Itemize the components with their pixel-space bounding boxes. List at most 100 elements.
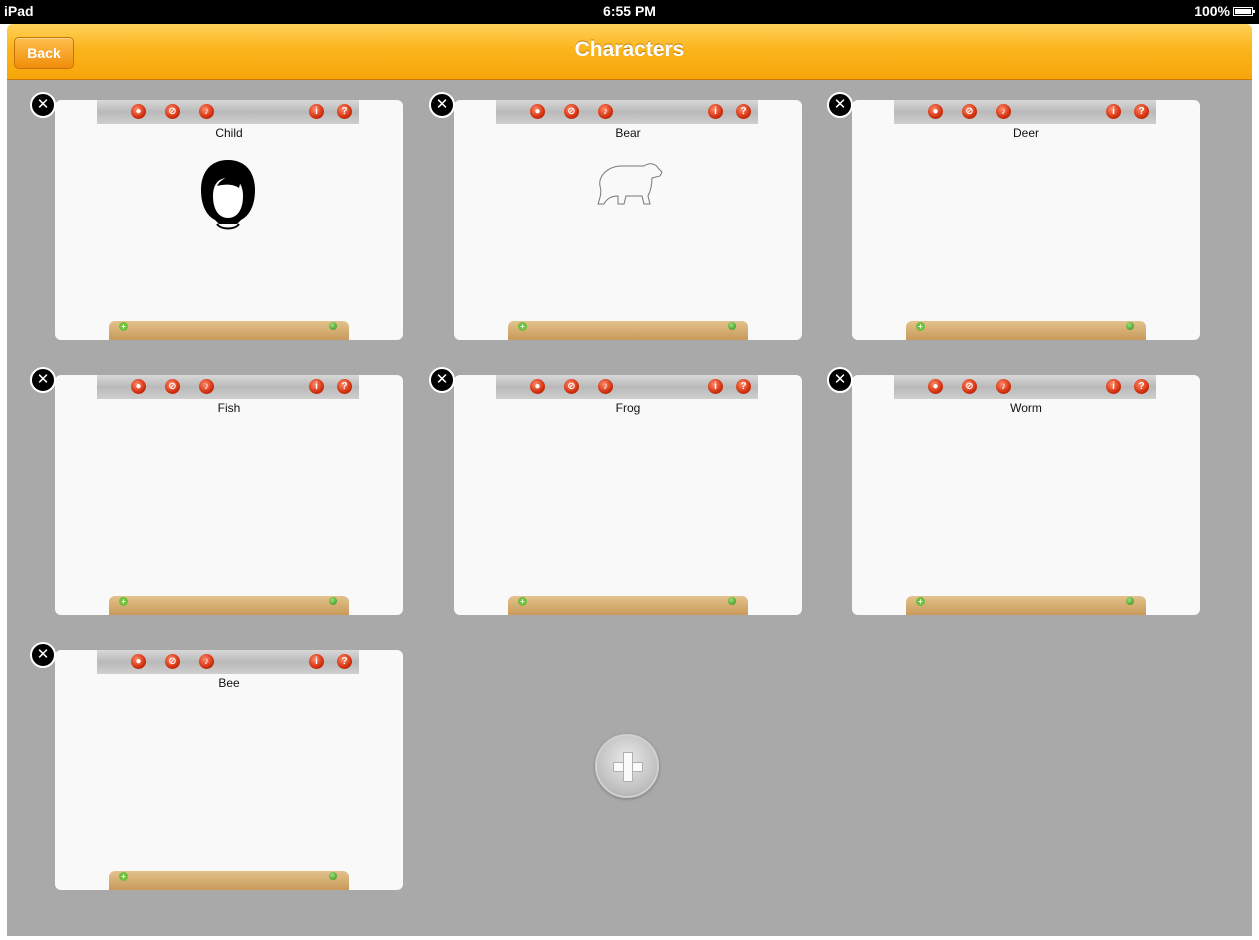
card-toolbar: ● ⊘ ♪ i ? <box>496 375 758 399</box>
character-card-slot: ● ⊘ ♪ i ? Fish + ✕ <box>30 357 409 615</box>
add-small-icon[interactable]: + <box>916 597 925 606</box>
record-icon[interactable]: ● <box>530 379 545 394</box>
help-icon[interactable]: ? <box>736 104 751 119</box>
clock: 6:55 PM <box>603 3 656 19</box>
record-icon[interactable]: ● <box>928 104 943 119</box>
child-face-image <box>201 160 255 230</box>
card-title: Fish <box>217 401 241 415</box>
character-card[interactable]: ● ⊘ ♪ i ? Worm + <box>852 375 1200 615</box>
status-bar: iPad 6:55 PM 100% <box>0 0 1259 24</box>
voice-icon[interactable]: ♪ <box>996 379 1011 394</box>
delete-card-button[interactable]: ✕ <box>429 92 455 118</box>
edit-icon[interactable]: ⊘ <box>962 379 977 394</box>
edit-icon[interactable]: ⊘ <box>165 104 180 119</box>
info-icon[interactable]: i <box>309 654 324 669</box>
card-toolbar: ● ⊘ ♪ i ? <box>97 375 359 399</box>
card-toolbar: ● ⊘ ♪ i ? <box>97 100 359 124</box>
help-icon[interactable]: ? <box>337 654 352 669</box>
delete-card-button[interactable]: ✕ <box>827 92 853 118</box>
info-icon[interactable]: i <box>708 379 723 394</box>
character-card-slot: ● ⊘ ♪ i ? Frog + ✕ <box>429 357 808 615</box>
back-button[interactable]: Back <box>14 37 74 69</box>
character-card[interactable]: ● ⊘ ♪ i ? Bear + <box>454 100 802 340</box>
add-small-icon[interactable]: + <box>119 872 128 881</box>
card-board: + <box>109 321 349 340</box>
character-card[interactable]: ● ⊘ ♪ i ? Child + <box>55 100 403 340</box>
character-card[interactable]: ● ⊘ ♪ i ? Deer + <box>852 100 1200 340</box>
delete-card-button[interactable]: ✕ <box>429 367 455 393</box>
record-icon[interactable]: ● <box>131 104 146 119</box>
card-title: Bear <box>615 126 641 140</box>
card-title: Worm <box>1010 401 1042 415</box>
battery-percent: 100% <box>1194 3 1230 19</box>
character-card-slot: ● ⊘ ♪ i ? Bear + ✕ <box>429 82 808 340</box>
bear-outline-image <box>597 163 663 205</box>
status-dot-icon <box>728 322 736 330</box>
add-small-icon[interactable]: + <box>518 597 527 606</box>
delete-card-button[interactable]: ✕ <box>30 92 56 118</box>
battery-indicator: 100% <box>1194 3 1255 19</box>
info-icon[interactable]: i <box>309 379 324 394</box>
card-toolbar: ● ⊘ ♪ i ? <box>97 650 359 674</box>
help-icon[interactable]: ? <box>1134 104 1149 119</box>
add-small-icon[interactable]: + <box>119 322 128 331</box>
edit-icon[interactable]: ⊘ <box>564 379 579 394</box>
delete-card-button[interactable]: ✕ <box>827 367 853 393</box>
help-icon[interactable]: ? <box>736 379 751 394</box>
record-icon[interactable]: ● <box>928 379 943 394</box>
voice-icon[interactable]: ♪ <box>199 654 214 669</box>
card-board: + <box>508 596 748 615</box>
add-small-icon[interactable]: + <box>916 322 925 331</box>
help-icon[interactable]: ? <box>337 104 352 119</box>
add-character-button[interactable] <box>595 734 659 798</box>
edit-icon[interactable]: ⊘ <box>962 104 977 119</box>
edit-icon[interactable]: ⊘ <box>564 104 579 119</box>
card-board: + <box>906 321 1146 340</box>
status-dot-icon <box>1126 322 1134 330</box>
card-toolbar: ● ⊘ ♪ i ? <box>894 375 1156 399</box>
status-dot-icon <box>329 872 337 880</box>
nav-bar: Characters Back <box>7 24 1252 80</box>
status-dot-icon <box>329 597 337 605</box>
character-card-slot: ● ⊘ ♪ i ? Bee + ✕ <box>30 632 409 890</box>
card-board: + <box>906 596 1146 615</box>
delete-card-button[interactable]: ✕ <box>30 642 56 668</box>
edit-icon[interactable]: ⊘ <box>165 379 180 394</box>
character-card-slot: ● ⊘ ♪ i ? Deer + ✕ <box>827 82 1206 340</box>
status-dot-icon <box>728 597 736 605</box>
status-dot-icon <box>329 322 337 330</box>
character-card-slot: ● ⊘ ♪ i ? Child + ✕ <box>30 82 409 340</box>
status-dot-icon <box>1126 597 1134 605</box>
help-icon[interactable]: ? <box>337 379 352 394</box>
record-icon[interactable]: ● <box>530 104 545 119</box>
edit-icon[interactable]: ⊘ <box>165 654 180 669</box>
card-title: Child <box>215 126 243 140</box>
character-card[interactable]: ● ⊘ ♪ i ? Fish + <box>55 375 403 615</box>
card-board: + <box>109 596 349 615</box>
card-board: + <box>109 871 349 890</box>
character-card[interactable]: ● ⊘ ♪ i ? Frog + <box>454 375 802 615</box>
help-icon[interactable]: ? <box>1134 379 1149 394</box>
voice-icon[interactable]: ♪ <box>996 104 1011 119</box>
info-icon[interactable]: i <box>1106 379 1121 394</box>
page-title: Characters <box>574 38 685 61</box>
voice-icon[interactable]: ♪ <box>199 104 214 119</box>
add-small-icon[interactable]: + <box>518 322 527 331</box>
delete-card-button[interactable]: ✕ <box>30 367 56 393</box>
info-icon[interactable]: i <box>708 104 723 119</box>
battery-icon <box>1233 6 1255 16</box>
card-title: Frog <box>615 401 641 415</box>
record-icon[interactable]: ● <box>131 379 146 394</box>
character-card[interactable]: ● ⊘ ♪ i ? Bee + <box>55 650 403 890</box>
record-icon[interactable]: ● <box>131 654 146 669</box>
card-toolbar: ● ⊘ ♪ i ? <box>496 100 758 124</box>
info-icon[interactable]: i <box>309 104 324 119</box>
card-board: + <box>508 321 748 340</box>
card-toolbar: ● ⊘ ♪ i ? <box>894 100 1156 124</box>
info-icon[interactable]: i <box>1106 104 1121 119</box>
characters-grid: ● ⊘ ♪ i ? Child + ✕ ● ⊘ ♪ i ? Bear + ✕ ●… <box>7 80 1252 936</box>
add-small-icon[interactable]: + <box>119 597 128 606</box>
voice-icon[interactable]: ♪ <box>199 379 214 394</box>
voice-icon[interactable]: ♪ <box>598 379 613 394</box>
voice-icon[interactable]: ♪ <box>598 104 613 119</box>
